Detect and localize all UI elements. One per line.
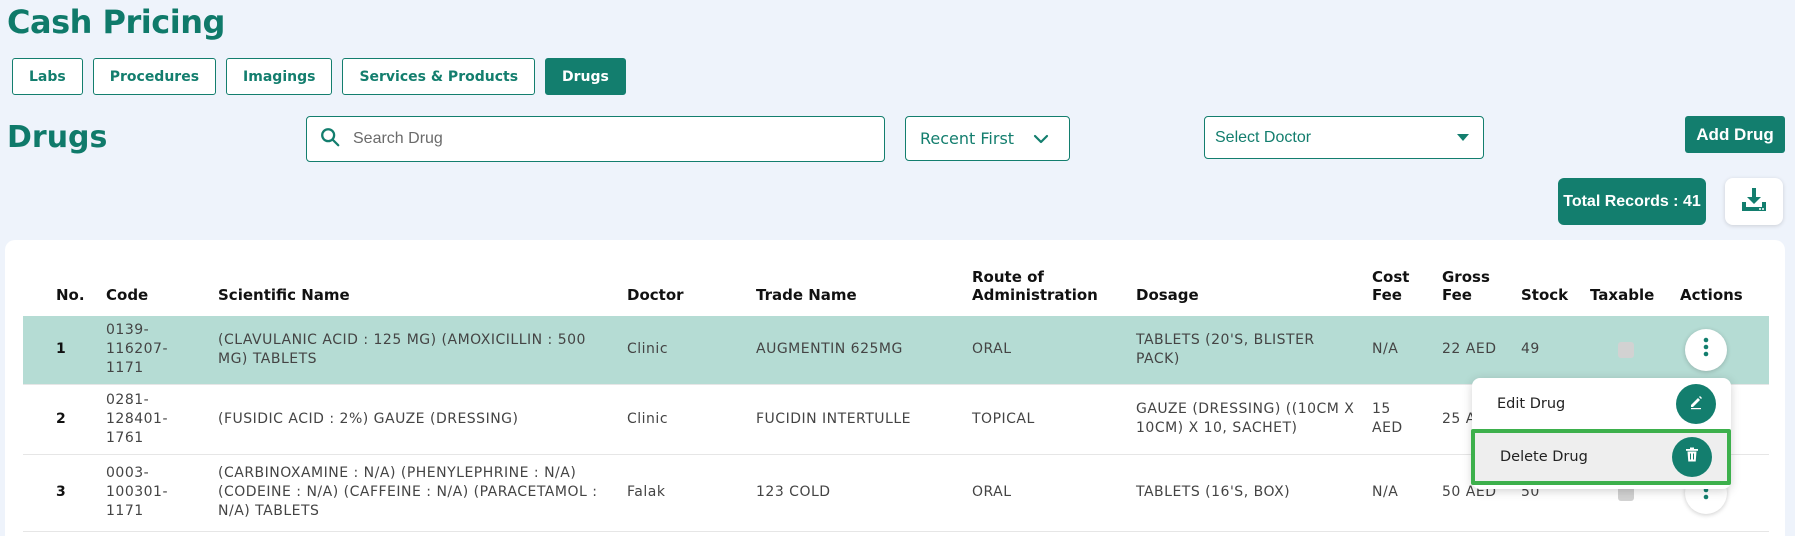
cell-scientific-name: (CARBINOXAMINE : N/A) (PHENYLEPHRINE : N… <box>210 454 619 532</box>
cell-route: TOPICAL <box>964 384 1128 455</box>
header-taxable: Taxable <box>1590 286 1655 304</box>
cell-scientific-name: (CLAVULANIC ACID : 125 MG) (AMOXICILLIN … <box>210 316 619 385</box>
page-title: Cash Pricing <box>7 3 225 41</box>
table-header-row: No. Code Scientific Name Doctor Trade Na… <box>23 268 1769 316</box>
cell-actions <box>1672 316 1769 385</box>
sort-selected-label: Recent First <box>920 129 1015 148</box>
sort-dropdown[interactable]: Recent First <box>905 116 1070 161</box>
search-box <box>306 116 885 162</box>
cell-route: ORAL <box>964 316 1128 385</box>
cell-cost-fee: N/A <box>1364 454 1434 532</box>
add-drug-button[interactable]: Add Drug <box>1685 116 1785 153</box>
taxable-checkbox[interactable] <box>1618 341 1634 358</box>
cell-route: ORAL <box>964 454 1128 532</box>
cell-cost-fee: 15 AED <box>1364 384 1434 455</box>
cell-cost-fee: N/A <box>1364 316 1434 385</box>
table-row[interactable]: 1 0139-116207-1171 (CLAVULANIC ACID : 12… <box>23 316 1769 385</box>
row-actions-menu: Edit Drug Delete Drug <box>1471 378 1731 489</box>
caret-down-icon <box>1457 134 1469 141</box>
tab-labs[interactable]: Labs <box>12 58 83 95</box>
edit-drug-button[interactable] <box>1676 384 1716 424</box>
header-cost-line1: Cost <box>1372 268 1410 286</box>
cell-no: 1 <box>23 316 98 385</box>
cell-trade-name: FUCIDIN INTERTULLE <box>748 384 964 455</box>
delete-drug-menu-item[interactable]: Delete Drug <box>1471 429 1731 485</box>
cell-no: 3 <box>23 454 98 532</box>
header-gross-line2: Fee <box>1442 286 1472 304</box>
tab-drugs[interactable]: Drugs <box>545 58 626 95</box>
cell-doctor: Clinic <box>619 316 748 385</box>
edit-drug-menu-item[interactable]: Edit Drug <box>1472 378 1731 430</box>
kebab-icon <box>1703 337 1709 363</box>
cell-trade-name: 123 COLD <box>748 454 964 532</box>
delete-drug-button[interactable] <box>1672 437 1712 477</box>
total-records-badge: Total Records : 41 <box>1558 178 1706 225</box>
cell-code: 0281-128401-1761 <box>98 384 210 455</box>
cell-no: 2 <box>23 384 98 455</box>
edit-drug-label: Edit Drug <box>1497 396 1566 412</box>
header-trade-name: Trade Name <box>756 286 857 304</box>
header-route-line1: Route of <box>972 268 1044 286</box>
header-dosage: Dosage <box>1136 286 1199 304</box>
pencil-icon <box>1688 394 1704 414</box>
cell-code: 0003-100301-1171 <box>98 454 210 532</box>
cell-dosage: GAUZE (DRESSING) ((10CM X 10CM) X 10, SA… <box>1128 384 1364 455</box>
header-cost-line2: Fee <box>1372 286 1402 304</box>
header-no: No. <box>56 286 85 304</box>
header-gross-line1: Gross <box>1442 268 1490 286</box>
header-code: Code <box>106 286 149 304</box>
cell-doctor: Falak <box>619 454 748 532</box>
doctor-select[interactable]: Select Doctor <box>1204 116 1484 159</box>
search-icon <box>319 126 341 153</box>
cell-code: 0139-116207-1171 <box>98 316 210 385</box>
cell-trade-name: AUGMENTIN 625MG <box>748 316 964 385</box>
category-tabs: Labs Procedures Imagings Services & Prod… <box>12 58 626 95</box>
download-icon <box>1740 185 1768 218</box>
cell-dosage: TABLETS (20'S, BLISTER PACK) <box>1128 316 1364 385</box>
cell-dosage: TABLETS (16'S, BOX) <box>1128 454 1364 532</box>
chevron-down-icon <box>1033 129 1049 148</box>
search-input[interactable] <box>353 130 853 148</box>
row-actions-button[interactable] <box>1685 328 1727 371</box>
tab-procedures[interactable]: Procedures <box>92 58 217 95</box>
trash-icon <box>1685 447 1699 467</box>
header-stock: Stock <box>1521 286 1569 304</box>
cell-stock: 49 <box>1513 316 1582 385</box>
section-title: Drugs <box>7 120 108 155</box>
cell-scientific-name: (FUSIDIC ACID : 2%) GAUZE (DRESSING) <box>210 384 619 455</box>
tab-services-products[interactable]: Services & Products <box>342 58 536 95</box>
header-cost-fee: Cost Fee <box>1364 268 1434 316</box>
cell-doctor: Clinic <box>619 384 748 455</box>
tab-imagings[interactable]: Imagings <box>226 58 333 95</box>
header-scientific-name: Scientific Name <box>218 286 350 304</box>
header-doctor: Doctor <box>627 286 684 304</box>
cell-taxable <box>1582 316 1672 385</box>
download-button[interactable] <box>1725 178 1783 225</box>
delete-drug-label: Delete Drug <box>1500 449 1588 465</box>
doctor-select-placeholder: Select Doctor <box>1215 128 1312 146</box>
cell-gross-fee: 22 AED <box>1434 316 1513 385</box>
header-route: Route of Administration <box>964 268 1128 316</box>
header-gross-fee: Gross Fee <box>1434 268 1513 316</box>
header-route-line2: Administration <box>972 286 1098 304</box>
header-actions: Actions <box>1680 286 1743 304</box>
